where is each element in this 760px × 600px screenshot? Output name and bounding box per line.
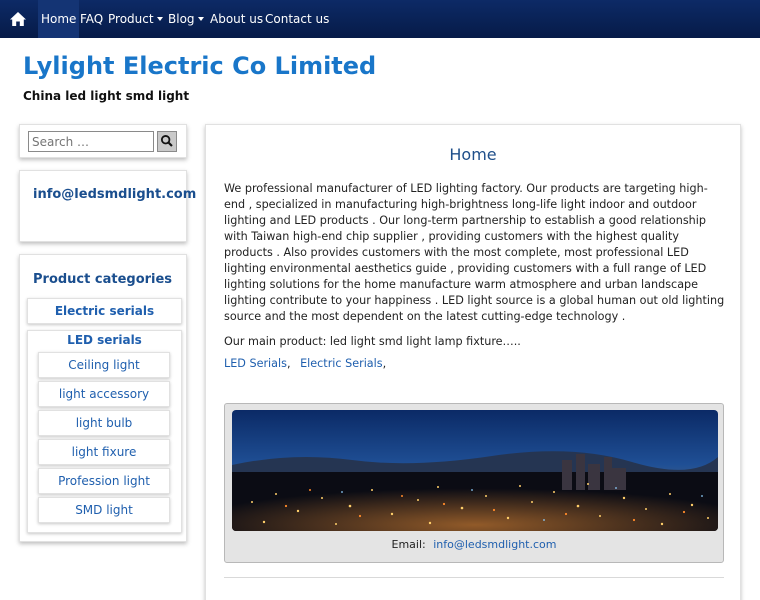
category-label: light accessory — [58, 387, 150, 401]
category-label: light bulb — [75, 416, 133, 430]
main-product-text: Our main product: led light smd light la… — [224, 335, 521, 348]
nav-item-label: Home — [41, 12, 77, 26]
search-input[interactable] — [28, 131, 154, 152]
search-icon — [160, 135, 173, 147]
page-title: Home — [449, 145, 497, 164]
banner-caption-label: Email: — [391, 538, 426, 551]
subcategory-light-accessory[interactable]: light accessory — [38, 381, 170, 407]
search-widget — [19, 124, 187, 158]
caret-down-icon — [156, 16, 163, 21]
tag-link-led-serials[interactable]: LED Serials — [224, 357, 287, 370]
site-tagline: China led light smd light — [23, 89, 190, 103]
top-navigation-bar: Home FAQ Product Blog About us Contact u… — [0, 0, 760, 38]
banner-email-link[interactable]: info@ledsmdlight.com — [433, 538, 556, 551]
subcategory-light-fixure[interactable]: light fixure — [38, 439, 170, 465]
category-label: Ceiling light — [68, 358, 140, 372]
nav-item-product[interactable]: Product — [108, 0, 163, 38]
subcategory-ceiling-light[interactable]: Ceiling light — [38, 352, 170, 378]
nav-item-contact-us[interactable]: Contact us — [265, 0, 329, 38]
category-label: SMD light — [75, 503, 133, 517]
main-content: Home We professional manufacturer of LED… — [205, 124, 741, 600]
nav-item-label: FAQ — [80, 12, 104, 26]
category-electric-serials[interactable]: Electric serials — [27, 298, 182, 324]
category-label: Electric serials — [54, 304, 155, 318]
nav-item-blog[interactable]: Blog — [168, 0, 204, 38]
content-divider — [224, 577, 724, 578]
home-icon[interactable] — [9, 10, 27, 28]
email-widget: info@ledsmdlight.com — [19, 170, 196, 242]
site-title[interactable]: Lylight Electric Co Limited — [23, 52, 376, 80]
subcategory-light-bulb[interactable]: light bulb — [38, 410, 170, 436]
product-categories-title: Product categories — [33, 272, 173, 287]
tag-links: LED Serials, Electric Serials, — [224, 357, 386, 370]
nav-item-label: Blog — [168, 12, 195, 26]
category-label: light fixure — [71, 445, 137, 459]
nav-item-label: Contact us — [265, 12, 330, 26]
nav-item-faq[interactable]: FAQ — [80, 0, 103, 38]
tag-separator: , — [382, 357, 387, 370]
nav-item-label: About us — [210, 12, 264, 26]
nav-item-home[interactable]: Home — [38, 0, 80, 38]
tag-separator: , — [286, 357, 291, 370]
category-led-serials-link[interactable]: LED serials — [28, 333, 181, 347]
nav-item-about-us[interactable]: About us — [210, 0, 263, 38]
email-link[interactable]: info@ledsmdlight.com — [33, 187, 196, 202]
search-button[interactable] — [157, 131, 177, 152]
banner-caption: Email: info@ledsmdlight.com — [225, 538, 723, 551]
category-label: Profession light — [58, 474, 150, 488]
product-categories-widget: Product categories Electric serials LED … — [19, 254, 187, 542]
subcategory-smd-light[interactable]: SMD light — [38, 497, 170, 523]
intro-paragraph: We professional manufacturer of LED ligh… — [224, 182, 725, 323]
nav-item-label: Product — [108, 12, 154, 26]
city-night-banner-image — [232, 410, 718, 531]
caret-down-icon — [197, 16, 204, 21]
tag-link-electric-serials[interactable]: Electric Serials — [300, 357, 383, 370]
banner-frame: Email: info@ledsmdlight.com — [224, 403, 724, 563]
subcategory-profession-light[interactable]: Profession light — [38, 468, 170, 494]
category-led-serials: LED serials Ceiling light light accessor… — [27, 330, 182, 533]
